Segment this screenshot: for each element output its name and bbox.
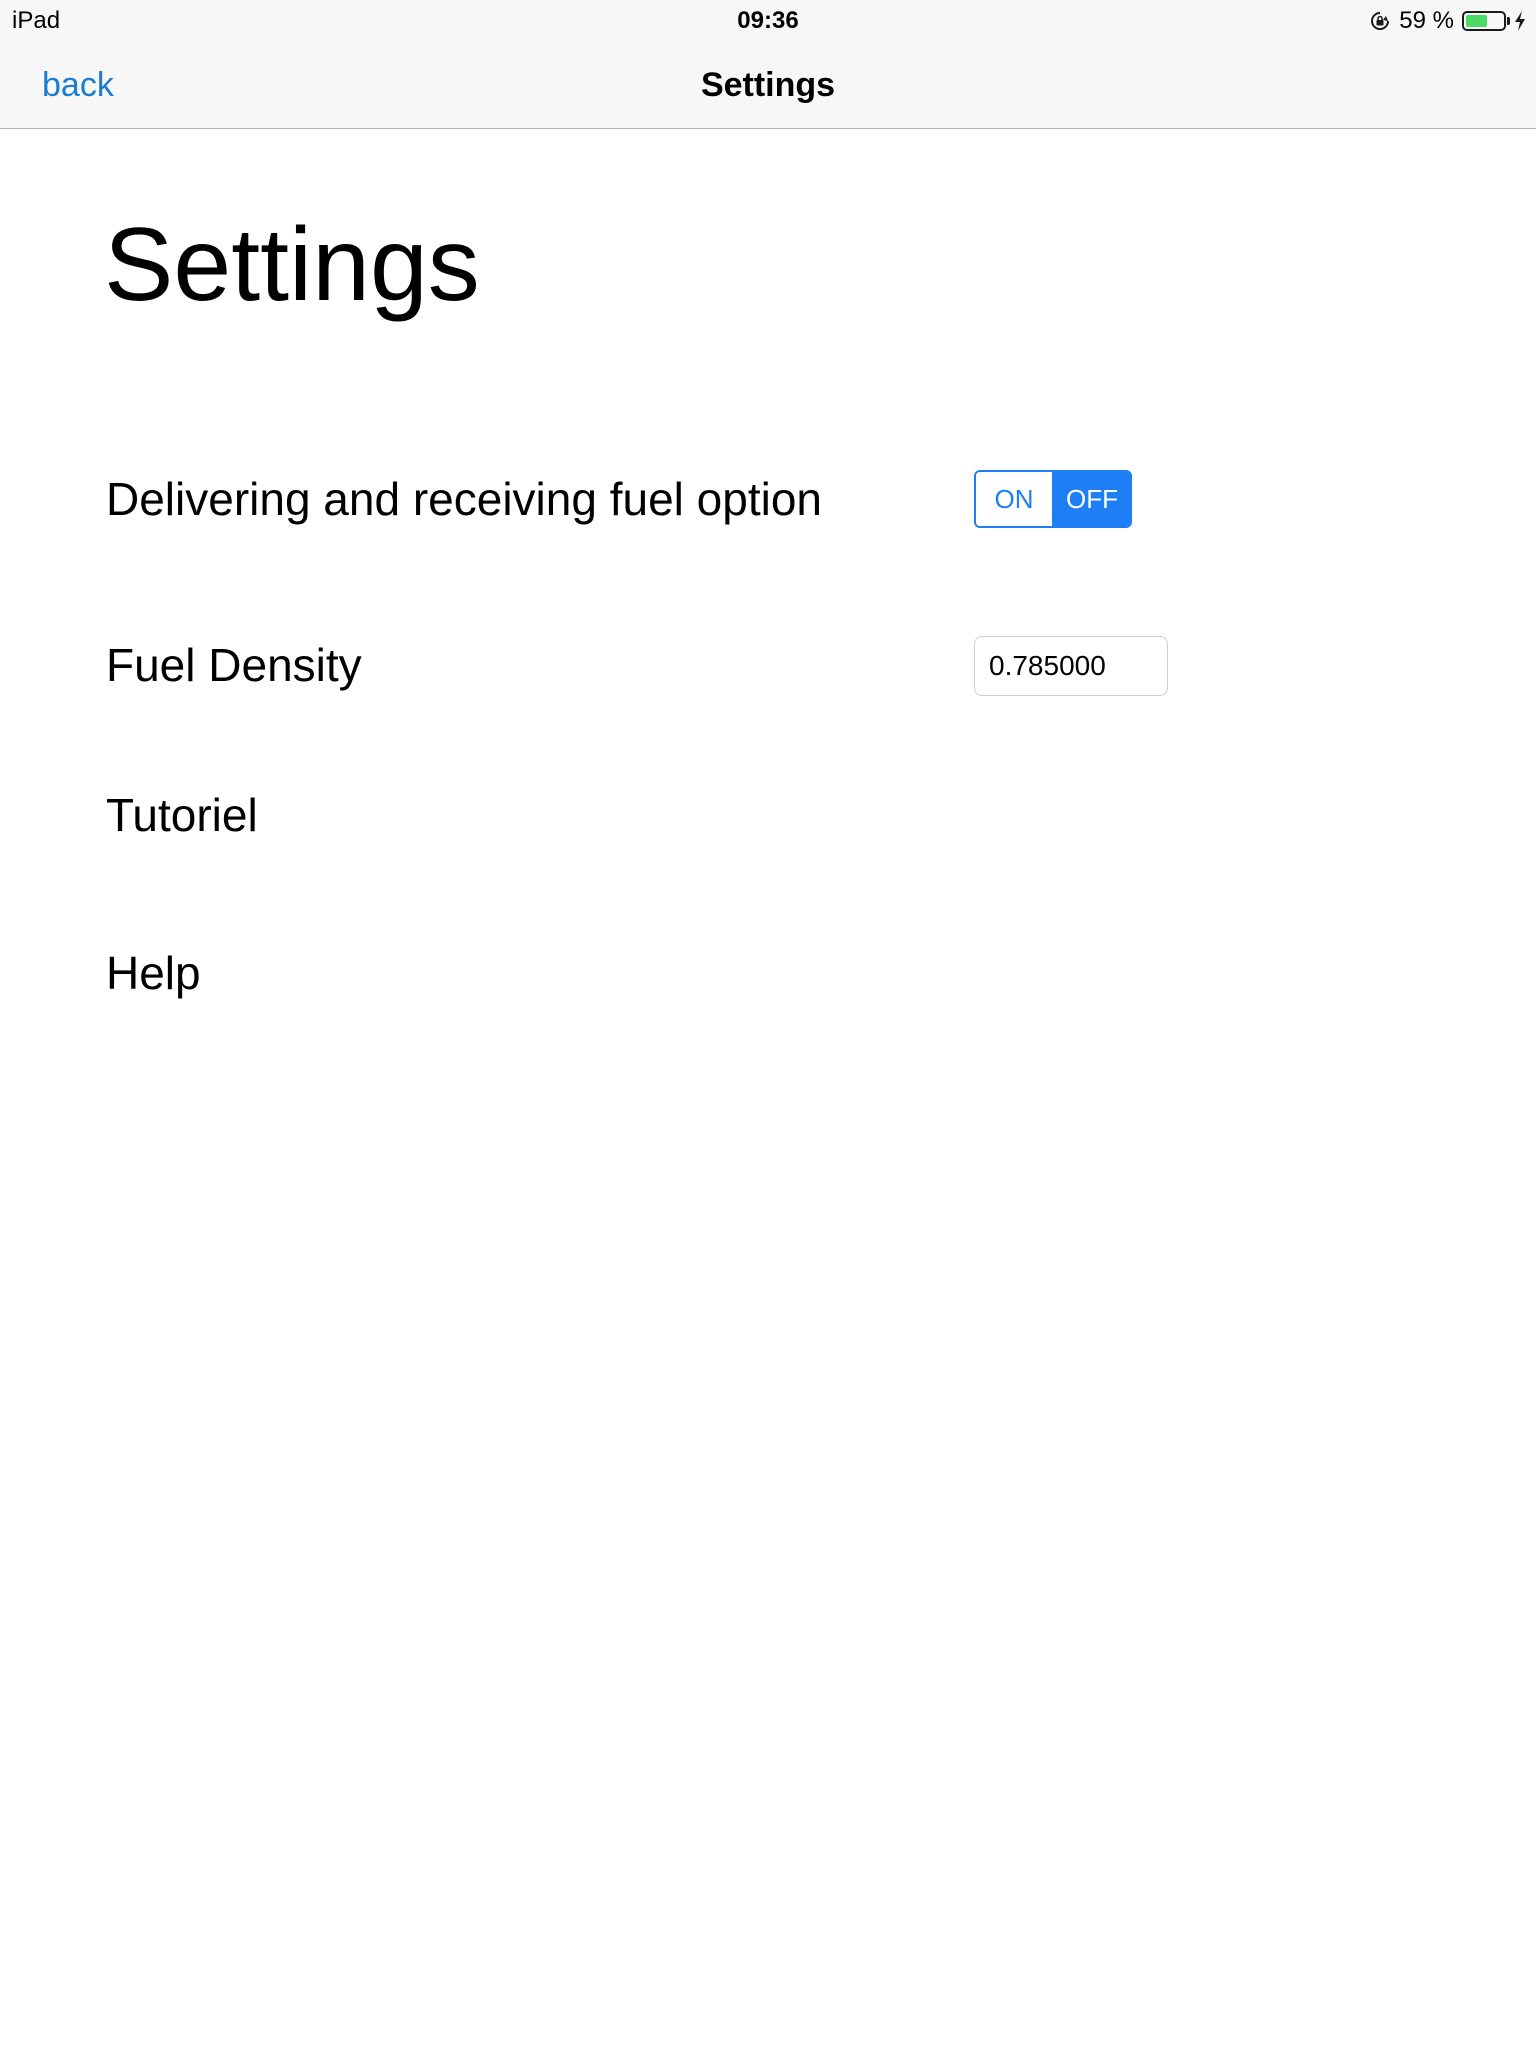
- fuel-option-toggle: ON OFF: [974, 470, 1132, 528]
- status-bar: iPad 09:36 59 %: [0, 0, 1536, 42]
- battery-percentage: 59 %: [1399, 7, 1454, 34]
- battery-icon: [1462, 11, 1510, 31]
- charging-icon: [1514, 11, 1526, 31]
- page-title: Settings: [104, 207, 480, 323]
- back-button[interactable]: back: [42, 64, 114, 106]
- tutorial-item[interactable]: Tutoriel: [106, 787, 258, 843]
- status-time: 09:36: [737, 7, 799, 34]
- fuel-option-off-button[interactable]: OFF: [1052, 472, 1130, 526]
- nav-title: Settings: [700, 66, 836, 104]
- status-indicators: 59 %: [1369, 6, 1526, 36]
- fuel-option-label: Delivering and receiving fuel option: [106, 473, 822, 525]
- navigation-bar: back Settings: [0, 42, 1536, 129]
- fuel-density-input[interactable]: [974, 636, 1168, 696]
- battery-level: [1466, 15, 1488, 27]
- orientation-lock-icon: [1369, 10, 1391, 32]
- fuel-density-label: Fuel Density: [106, 639, 362, 691]
- help-item[interactable]: Help: [106, 945, 201, 1001]
- fuel-option-on-button[interactable]: ON: [976, 472, 1052, 526]
